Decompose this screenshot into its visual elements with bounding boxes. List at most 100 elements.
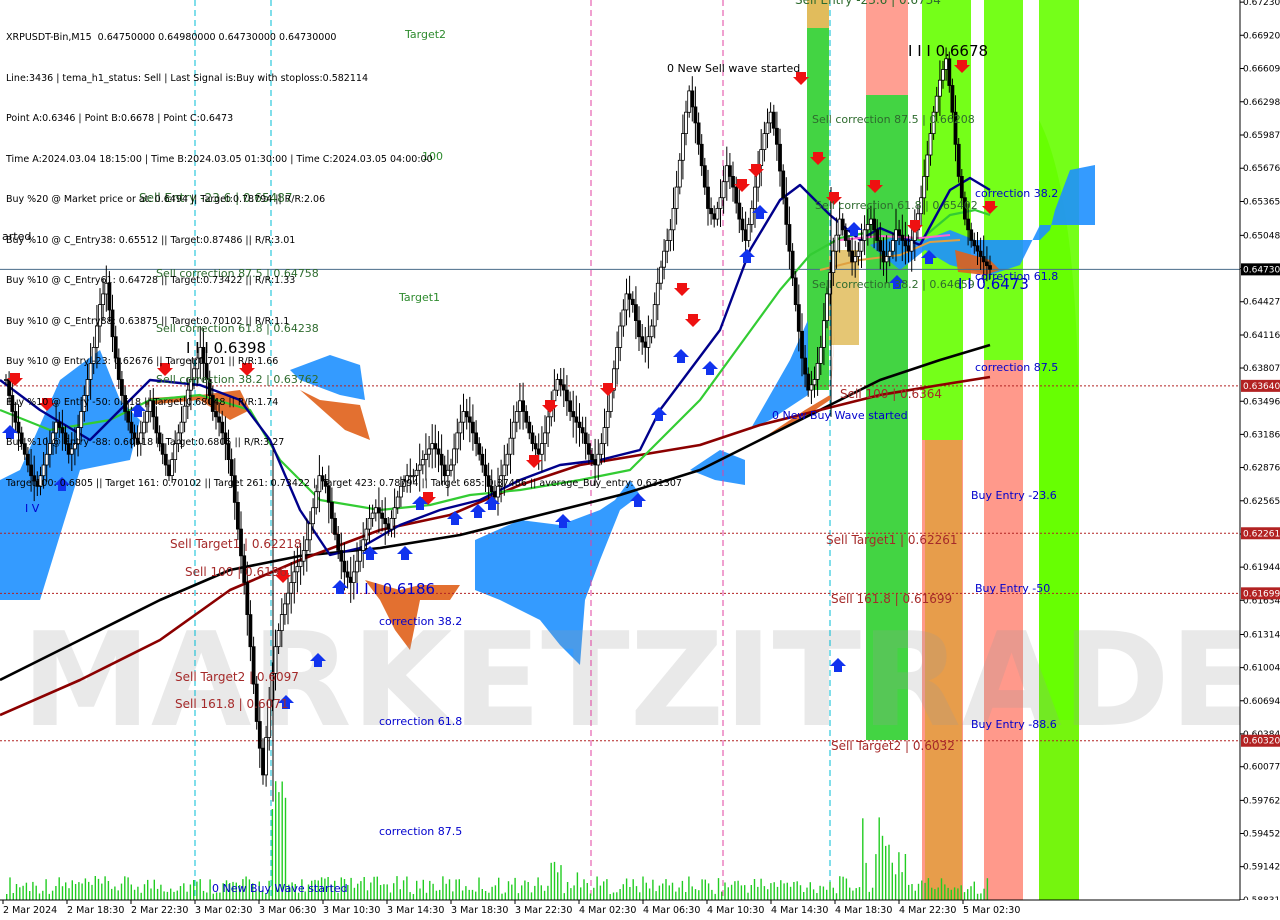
volume-bar (845, 878, 848, 900)
volume-bar (747, 892, 749, 900)
volume-bar (386, 884, 388, 900)
candle-body (906, 245, 911, 252)
candle-body (778, 143, 782, 172)
candle-body (975, 245, 980, 252)
volume-bar (166, 891, 169, 900)
candle-body (392, 507, 397, 519)
candle-body (718, 197, 723, 209)
volume-bar (111, 888, 113, 900)
volume-bar (137, 886, 139, 900)
volume-bar (376, 876, 378, 900)
candle-body (768, 111, 773, 124)
candle-body (981, 256, 986, 263)
candle-body (843, 229, 848, 241)
candle-body (969, 229, 974, 241)
volume-bar (432, 883, 434, 900)
time-tick-label: 4 Mar 10:30 (707, 905, 764, 916)
volume-bar (908, 884, 910, 900)
zone-band (866, 0, 908, 95)
volume-bar (494, 885, 497, 900)
volume-bar (642, 876, 644, 900)
time-tick-label: 4 Mar 22:30 (899, 905, 956, 916)
volume-bar (373, 876, 375, 900)
candle-body (850, 250, 854, 263)
candle-body (853, 256, 858, 263)
volume-bar (127, 877, 129, 900)
volume-bar (22, 885, 24, 900)
price-tick-label: 0.65048 (1243, 231, 1280, 241)
candle-body (292, 571, 297, 584)
volume-bar (35, 885, 37, 900)
volume-bar (727, 887, 729, 900)
volume-bar (862, 818, 864, 900)
volume-bar (51, 890, 54, 900)
volume-bar (881, 835, 884, 900)
volume-bar (521, 885, 523, 900)
candle-body (881, 250, 886, 263)
volume-bar (29, 891, 31, 900)
volume-bar (124, 876, 126, 900)
volume-bar (193, 880, 195, 900)
candle-body (840, 218, 845, 231)
volume-bar (770, 883, 772, 900)
candle-body (787, 224, 792, 252)
volume-bar (416, 880, 418, 900)
volume-bar (603, 881, 605, 900)
candle-body (834, 234, 839, 252)
time-tick-label: 4 Mar 06:30 (643, 905, 700, 916)
volume-bar (183, 883, 185, 900)
candle-body (734, 186, 739, 204)
volume-bar (721, 891, 723, 900)
time-tick-label: 2 Mar 18:30 (67, 905, 124, 916)
candle-body (721, 181, 726, 199)
candle-body (706, 186, 710, 209)
volume-bar (940, 878, 943, 900)
volume-bar (593, 887, 595, 900)
price-tick-label: 0.60077 (1243, 763, 1280, 773)
volume-bar (580, 887, 582, 900)
candle-body (753, 186, 757, 209)
candle-body (345, 571, 350, 578)
volume-bar (389, 892, 392, 900)
candle-body (248, 614, 253, 648)
volume-bar (662, 883, 664, 900)
candle-body (806, 373, 811, 391)
candle-body (311, 507, 316, 525)
volume-bar (140, 892, 142, 900)
candle-body (988, 265, 992, 270)
volume-bar (429, 880, 431, 900)
info-line: Buy %10 @ Entry -50: 0.618 || Target:0.6… (6, 396, 279, 408)
volume-bar (419, 888, 421, 900)
candle-body (972, 240, 977, 247)
volume-bar (796, 881, 798, 900)
volume-bar (563, 893, 565, 900)
volume-bar (179, 886, 182, 900)
volume-bar (586, 883, 588, 900)
volume-bar (783, 883, 785, 900)
volume-bar (937, 887, 939, 900)
volume-bar (478, 877, 480, 900)
volume-bar (963, 892, 966, 900)
candle-body (380, 512, 385, 519)
candle-body (887, 250, 892, 257)
volume-bar (74, 884, 77, 900)
price-tick-label: 0.67230 (1243, 0, 1280, 8)
volume-bar (88, 881, 90, 900)
volume-bar (629, 887, 631, 900)
volume-bar (947, 887, 949, 900)
volume-bar (360, 881, 362, 900)
volume-bar (104, 876, 106, 900)
volume-bar (750, 885, 752, 900)
volume-bar (117, 890, 119, 900)
volume-bar (842, 876, 844, 900)
candle-body (235, 501, 240, 530)
candle-body (301, 550, 306, 562)
candle-body (822, 320, 826, 348)
volume-bar (648, 888, 651, 900)
volume-bar (691, 886, 693, 900)
price-tick-label: 0.61314 (1243, 630, 1280, 640)
candle-body (950, 85, 955, 113)
candle-body (803, 357, 807, 375)
volume-bar (560, 865, 562, 900)
candle-body (790, 250, 795, 279)
